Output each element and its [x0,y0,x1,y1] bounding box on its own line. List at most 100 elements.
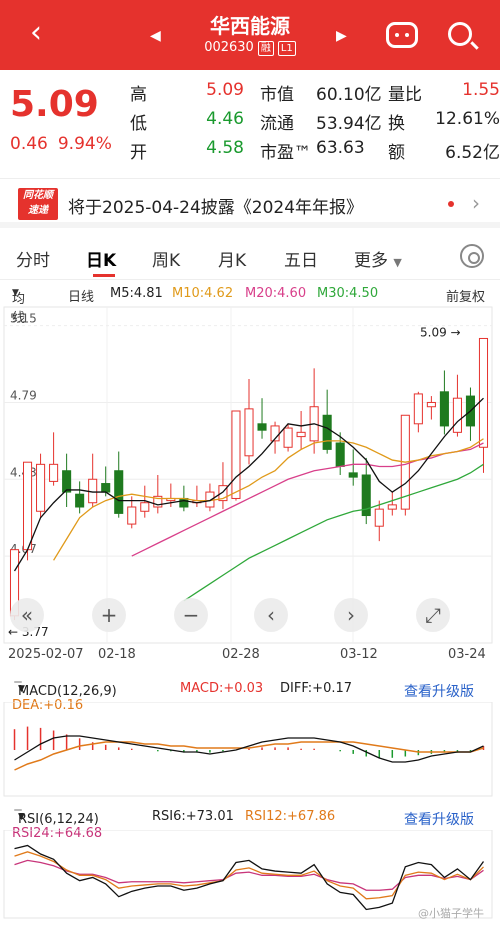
quote-value: 6.52亿 [445,143,500,163]
chart-settings-icon[interactable] [460,244,484,268]
candle-body [335,442,345,467]
candle [257,398,267,439]
quote-key: 量比 [388,85,422,105]
last-price: 5.09 [10,84,99,125]
candle [322,389,332,454]
candle [75,481,85,514]
period-label: 日线 [68,290,95,305]
rsi6-line [14,844,485,911]
quote-value: 53.94亿 [316,114,382,134]
tab-more[interactable]: 更多 ▼ [354,246,402,271]
quote-value: 5.09 [206,80,244,100]
date-tick: 03-24 [448,647,486,662]
announcement-banner[interactable]: 同花顺 速递 将于2025-04-24披露《2024年年报》 › [0,178,500,228]
macd-value: MACD:+0.03 [180,681,264,696]
candle-body [439,391,449,427]
candle [374,500,384,542]
close-icon[interactable]: › [472,191,480,215]
quote-key: 市盈™ [260,143,311,163]
candle [192,485,202,507]
candle-body [244,408,254,457]
candle-body [374,508,384,527]
scroll-left-fast-button[interactable]: « [10,598,44,632]
quote-key: 市值 [260,85,294,105]
candle-body [257,423,267,431]
unread-dot-icon [448,201,454,207]
candle-body [36,463,46,512]
date-tick: 02-18 [98,647,136,662]
candle-body [322,414,332,450]
macd-selector[interactable]: MACD(12,26,9) ▼ [14,681,117,699]
macd-chart [3,702,493,797]
quote-value: 63.63 [316,138,365,158]
ma5-value: M5:4.81 [110,286,163,301]
candle [23,461,33,561]
rsi6-value: RSI6:+73.01 [152,809,234,824]
candle-body [114,470,124,514]
quote-value: 12.61% [435,109,500,129]
zoom-in-button[interactable]: + [92,598,126,632]
ma30-value: M30:4.50 [317,286,379,301]
candle-body [478,337,489,448]
candle-body [140,502,150,512]
candle [426,396,436,420]
quote-value: 60.10亿 [316,85,382,105]
rsi-selector[interactable]: RSI(6,12,24) ▼ [14,809,99,827]
change-percent: 9.94% [57,134,112,154]
next-stock-icon[interactable]: ▶ [336,28,347,44]
candle-body [426,401,436,408]
quote-key: 额 [388,143,405,163]
candle [114,451,124,518]
candlestick-chart[interactable]: 5.154.794.434.075.09 →← 3.77 [0,305,500,645]
candle-body [283,427,293,448]
chart-frame [3,306,493,644]
active-tab-indicator [93,274,115,277]
quote-key: 高 [130,85,147,105]
candle [270,421,280,454]
candle-body [348,472,358,478]
ma20-value: M20:4.60 [245,286,307,301]
candle [439,370,449,435]
tab-daily-k[interactable]: 日K [86,246,116,271]
ma10-value: M10:4.62 [172,286,234,301]
quote-key: 换 [388,114,405,134]
tab-monthly-k[interactable]: 月K [218,246,246,271]
ma-legend: 均线 ▼ 日线 M5:4.81 M10:4.62 M20:4.60 M30:4.… [12,286,486,326]
date-tick: 03-12 [340,647,378,662]
candle [309,368,319,454]
stock-code-row: 002630 融 L1 [0,40,500,56]
y-tick-label: 4.79 [10,388,37,402]
search-icon[interactable] [448,22,472,46]
candle [465,387,475,441]
tab-weekly-k[interactable]: 周K [152,246,180,271]
date-axis: 2025-02-07 02-18 02-28 03-12 03-24 [0,645,500,665]
candle-body [387,504,397,510]
date-tick: 2025-02-07 [8,647,84,662]
candle [88,453,98,507]
rsi12-line [14,851,484,900]
adjust-mode[interactable]: 前复权 [446,286,485,305]
candle [205,483,215,512]
margin-tag: 融 [257,41,274,56]
candle-body [101,483,111,493]
watermark: @小猫子学牛 [418,907,484,920]
quote-panel: 5.09 0.46 9.94% 高 5.09 市值 60.10亿 量比 1.55 低 4.46 流… [0,70,500,178]
announcement-text[interactable]: 将于2025-04-24披露《2024年年报》 [68,193,363,218]
scroll-right-button[interactable]: › [334,598,368,632]
diff-value: DIFF:+0.17 [280,681,353,696]
candle-body [75,493,85,508]
candle [296,411,306,450]
assistant-robot-icon[interactable] [386,22,418,48]
zoom-out-button[interactable]: − [174,598,208,632]
quote-key: 开 [130,143,147,163]
fullscreen-button[interactable]: ⤢ [416,598,450,632]
candle [62,453,72,507]
y-tick-label: 5.15 [10,312,37,326]
tab-five-day[interactable]: 五日 [284,246,318,271]
stock-name: 华西能源 [210,14,290,38]
date-tick: 02-28 [222,647,260,662]
app-header: ‹ ◀ 华西能源 002630 融 L1 ▶ [0,0,500,70]
tab-intraday[interactable]: 分时 [16,246,50,271]
candle-body [296,431,306,438]
scroll-left-button[interactable]: ‹ [254,598,288,632]
